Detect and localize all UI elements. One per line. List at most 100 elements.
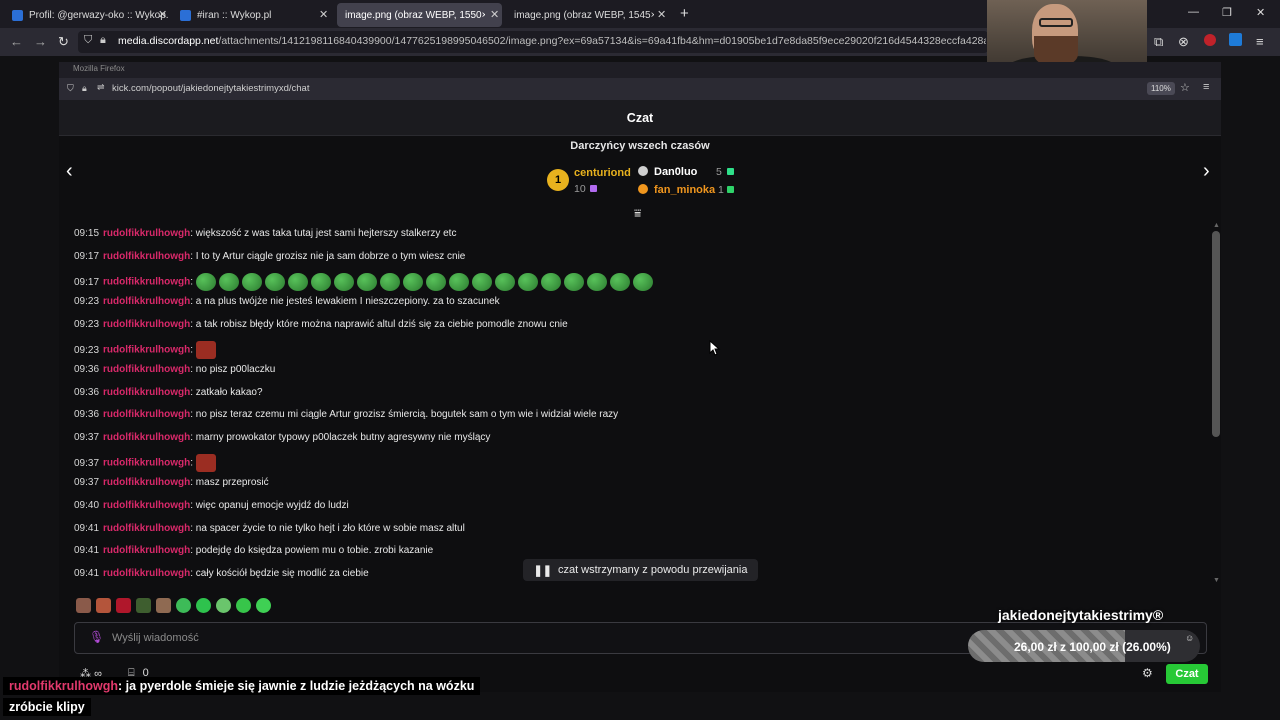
back-arrow-icon[interactable]: ←	[10, 34, 23, 49]
ublock-icon[interactable]	[1204, 34, 1216, 46]
tab-2[interactable]: #iran :: Wykop.pl	[172, 3, 332, 27]
settings-gear-icon[interactable]: ⚙	[1142, 666, 1153, 680]
bookmark-star-icon[interactable]: ☆	[1180, 81, 1190, 94]
quick-emote-icon[interactable]	[176, 598, 191, 613]
tab-3-close-icon[interactable]: ✕	[490, 8, 499, 21]
send-chat-button[interactable]: Czat	[1166, 664, 1208, 684]
extensions-icon[interactable]: ⧉	[1154, 34, 1163, 50]
face-emote-icon[interactable]	[196, 454, 217, 472]
pepe-emote-icon[interactable]	[449, 273, 470, 291]
pepe-emote-icon[interactable]	[564, 273, 585, 291]
new-tab-plus-icon[interactable]: +	[680, 5, 689, 22]
rank-1-badge: 1	[547, 169, 569, 191]
scroll-up-icon[interactable]: ▲	[1213, 222, 1220, 229]
quick-emote-icon[interactable]	[116, 598, 131, 613]
donor-1-name[interactable]: centuriond	[574, 167, 631, 179]
microphone-icon[interactable]: 🎙︎	[89, 630, 104, 644]
message-username[interactable]: rudolfikkrulhowgh	[103, 319, 190, 330]
quick-emote-icon[interactable]	[216, 598, 231, 613]
close-window-icon[interactable]: ✕	[1256, 6, 1265, 19]
message-username[interactable]: rudolfikkrulhowgh	[103, 296, 190, 307]
tab-2-close-icon[interactable]: ✕	[319, 8, 328, 21]
mask-icon[interactable]: ⊗	[1178, 34, 1189, 50]
pepe-emote-icon[interactable]	[196, 273, 217, 291]
pepe-emote-icon[interactable]	[518, 273, 539, 291]
message-username[interactable]: rudolfikkrulhowgh	[103, 345, 190, 356]
tab-3-label: image.png (obraz WEBP, 1550×840 pikseli)	[345, 9, 485, 21]
message-username[interactable]: rudolfikkrulhowgh	[103, 228, 190, 239]
forward-arrow-icon[interactable]: →	[34, 34, 47, 49]
message-username[interactable]: rudolfikkrulhowgh	[103, 432, 190, 443]
quick-emote-icon[interactable]	[256, 598, 271, 613]
menu-icon[interactable]: ≡	[1256, 34, 1264, 49]
message-time: 09:36	[74, 409, 100, 420]
message-username[interactable]: rudolfikkrulhowgh	[103, 477, 190, 488]
pepe-emote-icon[interactable]	[610, 273, 631, 291]
pepe-emote-icon[interactable]	[426, 273, 447, 291]
donors-next-arrow-icon[interactable]: ›	[1203, 160, 1210, 183]
chat-paused-banner[interactable]: ❚❚ czat wstrzymany z powodu przewijania	[523, 559, 758, 581]
message-username[interactable]: rudolfikkrulhowgh	[103, 568, 190, 579]
pepe-emote-icon[interactable]	[288, 273, 309, 291]
chat-scrollbar-thumb[interactable]	[1212, 231, 1220, 437]
message-text: : na spacer życie to nie tylko hejt i zł…	[190, 523, 465, 534]
pepe-emote-icon[interactable]	[633, 273, 654, 291]
quick-emote-icon[interactable]	[196, 598, 211, 613]
face-emote-icon[interactable]	[196, 341, 217, 359]
inner-menu-icon[interactable]: ≡	[1203, 81, 1209, 93]
inner-permissions-icon[interactable]: ⇌	[97, 82, 105, 93]
quick-emote-icon[interactable]	[136, 598, 151, 613]
tab-4[interactable]: image.png (obraz WEBP, 1545×840 pikseli)	[506, 3, 666, 27]
donor-3-name[interactable]: fan_minoka	[654, 184, 715, 196]
quick-emote-icon[interactable]	[156, 598, 171, 613]
tab-1[interactable]: Profil: @gerwazy-oko :: Wykop.pl	[4, 3, 169, 27]
tab-1-close-icon[interactable]: ✕	[158, 8, 167, 21]
inner-shield-icon[interactable]: ⛉	[67, 83, 74, 94]
pepe-emote-icon[interactable]	[334, 273, 355, 291]
pepe-emote-icon[interactable]	[403, 273, 424, 291]
minimize-icon[interactable]: —	[1188, 6, 1199, 18]
message-username[interactable]: rudolfikkrulhowgh	[103, 500, 190, 511]
tab-3[interactable]: image.png (obraz WEBP, 1550×840 pikseli)	[337, 3, 502, 27]
tab-4-close-icon[interactable]: ✕	[657, 8, 666, 21]
shield-icon[interactable]: ⛉	[84, 34, 92, 47]
zoom-badge[interactable]: 110%	[1147, 82, 1175, 95]
collapse-donors-icon[interactable]: ⩸	[634, 206, 641, 221]
url-text[interactable]: media.discordapp.net/attachments/1412198…	[118, 35, 986, 47]
donor-2-value: 5	[716, 166, 722, 178]
pepe-emote-icon[interactable]	[380, 273, 401, 291]
message-username[interactable]: rudolfikkrulhowgh	[103, 387, 190, 398]
url-path: /attachments/1412198116840439900/1477625…	[218, 35, 986, 47]
message-username[interactable]: rudolfikkrulhowgh	[103, 277, 190, 288]
lock-icon[interactable]: 🔒︎	[100, 34, 106, 47]
scroll-down-icon[interactable]: ▼	[1213, 577, 1220, 584]
message-time: 09:41	[74, 545, 100, 556]
pepe-emote-icon[interactable]	[242, 273, 263, 291]
message-username[interactable]: rudolfikkrulhowgh	[103, 545, 190, 556]
pepe-emote-icon[interactable]	[357, 273, 378, 291]
message-username[interactable]: rudolfikkrulhowgh	[103, 458, 190, 469]
quick-emote-icon[interactable]	[96, 598, 111, 613]
reload-icon[interactable]: ↻	[58, 34, 69, 50]
pepe-emote-icon[interactable]	[541, 273, 562, 291]
pepe-emote-icon[interactable]	[311, 273, 332, 291]
quick-emote-icon[interactable]	[76, 598, 91, 613]
donors-prev-arrow-icon[interactable]: ‹	[66, 160, 73, 183]
pepe-emote-icon[interactable]	[219, 273, 240, 291]
message-username[interactable]: rudolfikkrulhowgh	[103, 523, 190, 534]
pepe-emote-icon[interactable]	[472, 273, 493, 291]
pepe-emote-icon[interactable]	[265, 273, 286, 291]
donation-goal-text: 26,00 zł z 100,00 zł (26.00%)	[1014, 640, 1171, 654]
tab-1-label: Profil: @gerwazy-oko :: Wykop.pl	[29, 9, 169, 21]
message-username[interactable]: rudolfikkrulhowgh	[103, 364, 190, 375]
inner-url-text[interactable]: kick.com/popout/jakiedonejtytakiestrimyx…	[112, 83, 309, 94]
maximize-icon[interactable]: ❐	[1222, 6, 1232, 19]
pepe-emote-icon[interactable]	[495, 273, 516, 291]
extension-s-icon[interactable]	[1229, 33, 1242, 46]
message-username[interactable]: rudolfikkrulhowgh	[103, 409, 190, 420]
pepe-emote-icon[interactable]	[587, 273, 608, 291]
inner-lock-icon[interactable]: 🔒︎	[82, 83, 87, 94]
donor-2-name[interactable]: Dan0luo	[654, 166, 697, 178]
quick-emote-icon[interactable]	[236, 598, 251, 613]
message-username[interactable]: rudolfikkrulhowgh	[103, 251, 190, 262]
